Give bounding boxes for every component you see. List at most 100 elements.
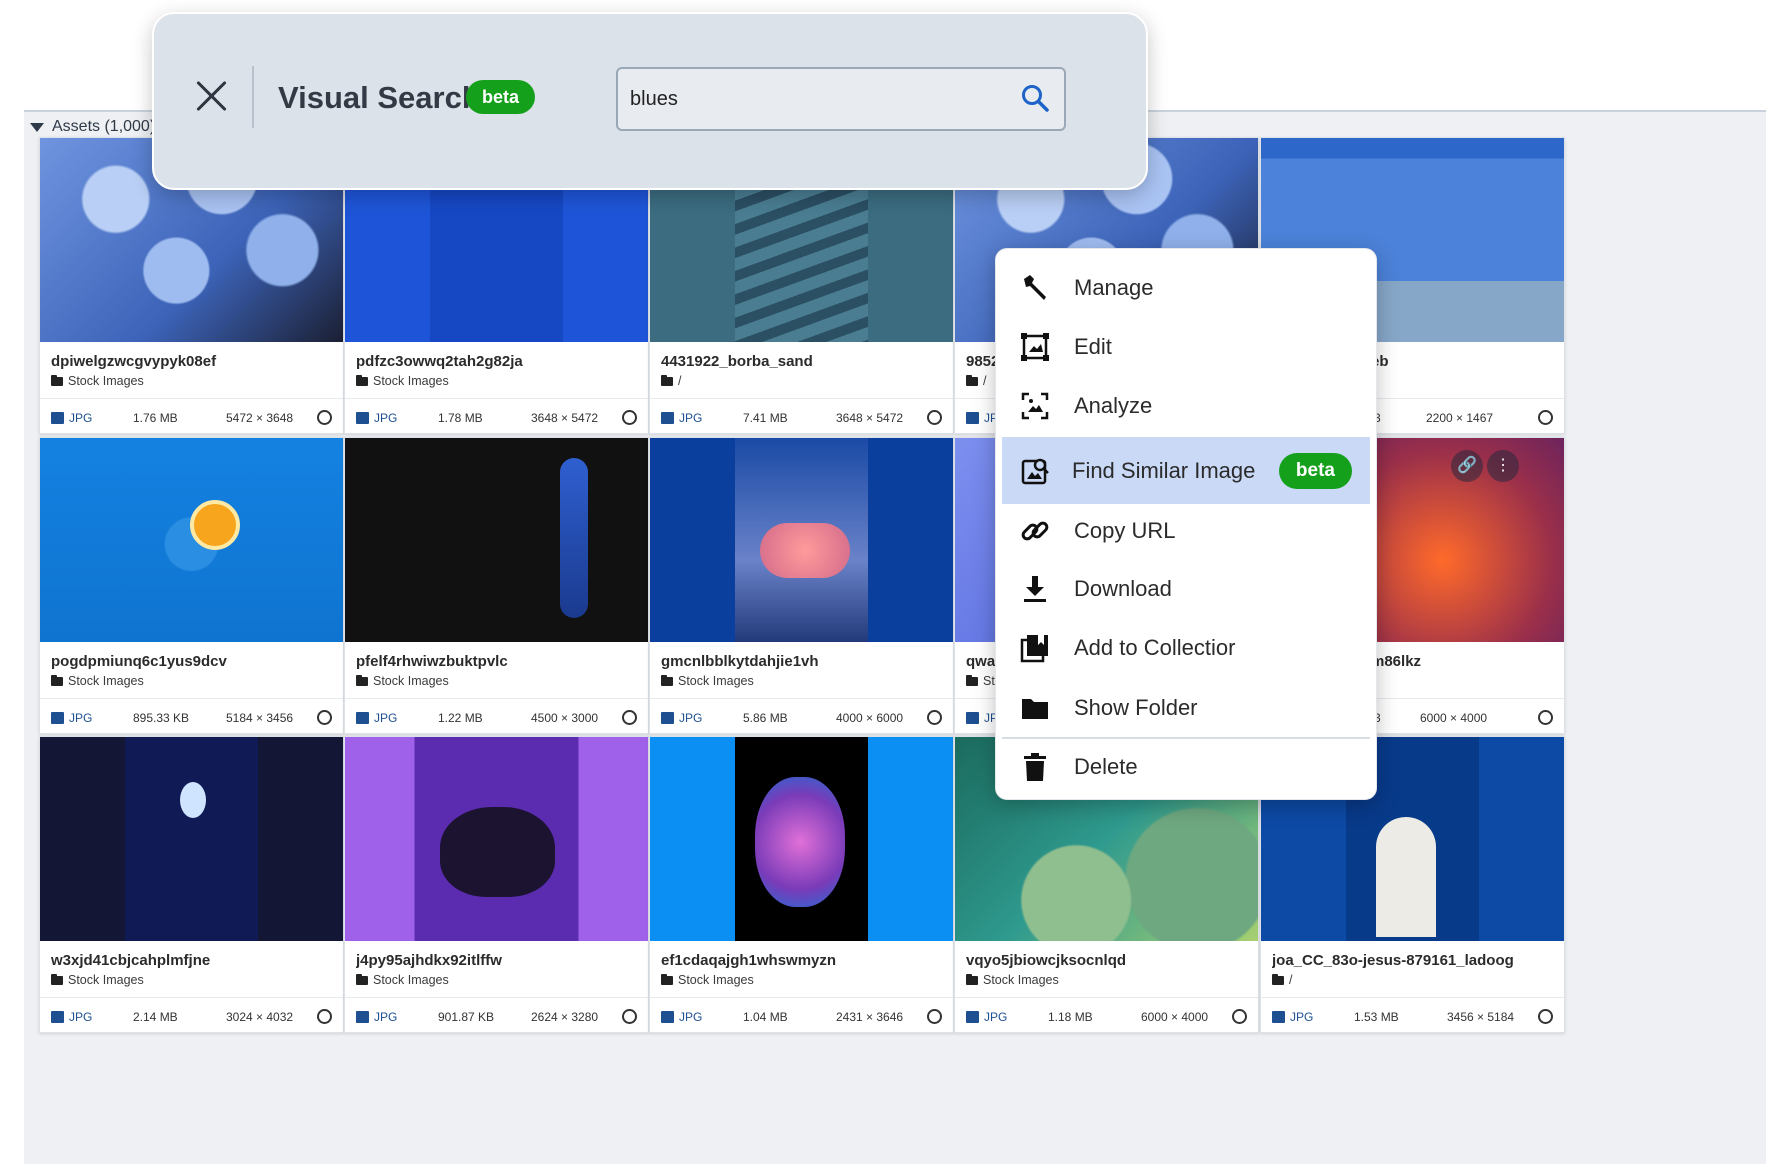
- file-type-label: JPG: [1290, 1010, 1314, 1024]
- image-icon: [661, 712, 674, 724]
- asset-folder[interactable]: Stock Images: [51, 973, 144, 987]
- asset-card[interactable]: pogdpmiunq6c1yus9dcv Stock Images JPG 89…: [39, 437, 344, 734]
- folder-icon: [661, 674, 673, 686]
- asset-name[interactable]: ef1cdaqajgh1whswmyzn: [661, 952, 946, 969]
- asset-thumbnail[interactable]: [40, 737, 343, 941]
- asset-folder[interactable]: Stock Images: [356, 374, 449, 388]
- file-size: 7.41 MB: [743, 411, 788, 425]
- image-icon: [356, 712, 369, 724]
- folder-label: /: [678, 374, 682, 388]
- file-type: JPG: [1272, 1010, 1313, 1024]
- menu-item-label: Download: [1074, 576, 1172, 601]
- collection-icon: [1020, 635, 1048, 663]
- asset-name[interactable]: vqyo5jbiowcjksocnlqd: [966, 952, 1251, 969]
- asset-name[interactable]: gmcnlbblkytdahjie1vh: [661, 653, 946, 670]
- globe-icon[interactable]: [927, 1009, 942, 1024]
- menu-item-delete[interactable]: Delete: [1002, 738, 1370, 796]
- menu-item-add-to-collection[interactable]: Add to Collectior: [1002, 619, 1370, 677]
- asset-thumbnail[interactable]: [345, 438, 648, 642]
- menu-item-download[interactable]: Download: [1002, 560, 1370, 618]
- image-icon: [661, 1011, 674, 1023]
- file-type-label: JPG: [69, 1010, 93, 1024]
- globe-icon[interactable]: [622, 410, 637, 425]
- asset-thumbnail[interactable]: [650, 737, 953, 941]
- asset-name[interactable]: dpiwelgzwcgvypyk08ef: [51, 353, 336, 370]
- image-icon: [966, 712, 979, 724]
- globe-icon[interactable]: [317, 1009, 332, 1024]
- asset-name[interactable]: w3xjd41cbjcahplmfjne: [51, 952, 336, 969]
- folder-icon: [1272, 973, 1284, 985]
- menu-item-manage[interactable]: Manage: [1002, 259, 1370, 317]
- image-icon: [51, 412, 64, 424]
- asset-name[interactable]: pfelf4rhwiwzbuktpvlc: [356, 653, 641, 670]
- asset-folder[interactable]: Stock Images: [356, 973, 449, 987]
- file-size: 1.53 MB: [1354, 1010, 1399, 1024]
- asset-card[interactable]: ef1cdaqajgh1whswmyzn Stock Images JPG 1.…: [649, 736, 954, 1033]
- menu-item-edit[interactable]: Edit: [1002, 318, 1370, 376]
- menu-item-label: Add to Collectior: [1074, 635, 1236, 660]
- asset-meta: JPG 895.33 KB 5184 × 3456: [40, 698, 343, 733]
- asset-name[interactable]: 4431922_borba_sand: [661, 353, 946, 370]
- asset-folder[interactable]: /: [966, 374, 986, 388]
- folder-label: Stock Images: [68, 674, 144, 688]
- menu-item-label: Edit: [1074, 334, 1112, 359]
- asset-folder[interactable]: /: [1272, 973, 1292, 987]
- collapse-triangle-icon[interactable]: [30, 122, 44, 132]
- asset-folder[interactable]: Stock Images: [51, 374, 144, 388]
- assets-header[interactable]: Assets (1,000): [30, 118, 155, 136]
- asset-folder[interactable]: Stock Images: [356, 674, 449, 688]
- asset-name[interactable]: m86lkz: [1371, 653, 1656, 670]
- link-icon: [1021, 521, 1049, 541]
- folder-label: /: [983, 374, 987, 388]
- image-dimensions: 5472 × 3648: [226, 411, 294, 425]
- asset-card[interactable]: j4py95ajhdkx92itlffw Stock Images JPG 90…: [344, 736, 649, 1033]
- image-icon: [661, 412, 674, 424]
- image-icon: [966, 412, 979, 424]
- asset-thumbnail[interactable]: [650, 438, 953, 642]
- asset-thumbnail[interactable]: [345, 737, 648, 941]
- asset-name[interactable]: eb: [1371, 353, 1656, 370]
- asset-folder[interactable]: Stock Images: [51, 674, 144, 688]
- image-dimensions: 2200 × 1467: [1426, 411, 1494, 425]
- close-icon[interactable]: [192, 76, 232, 116]
- globe-icon[interactable]: [1538, 410, 1553, 425]
- asset-folder[interactable]: Stock Images: [661, 674, 754, 688]
- file-size: 901.87 KB: [438, 1010, 495, 1024]
- asset-folder[interactable]: /: [661, 374, 681, 388]
- asset-card[interactable]: pfelf4rhwiwzbuktpvlc Stock Images JPG 1.…: [344, 437, 649, 734]
- globe-icon[interactable]: [1538, 1009, 1553, 1024]
- asset-card[interactable]: w3xjd41cbjcahplmfjne Stock Images JPG 2.…: [39, 736, 344, 1033]
- file-type: JPG: [661, 711, 702, 725]
- globe-icon[interactable]: [317, 710, 332, 725]
- globe-icon[interactable]: [622, 1009, 637, 1024]
- menu-item-copy-url[interactable]: Copy URL: [1002, 502, 1370, 560]
- search-input[interactable]: [628, 79, 1012, 119]
- image-dimensions: 6000 × 4000: [1420, 711, 1488, 725]
- file-type: JPG: [356, 1010, 397, 1024]
- asset-name[interactable]: pdfzc3owwq2tah2g82ja: [356, 353, 641, 370]
- menu-item-analyze[interactable]: Analyze: [1002, 377, 1370, 435]
- search-box[interactable]: [616, 67, 1066, 131]
- menu-item-find-similar-image[interactable]: Find Similar Image beta: [1002, 437, 1370, 504]
- menu-item-show-folder[interactable]: Show Folder: [1002, 679, 1370, 737]
- asset-name[interactable]: pogdpmiunq6c1yus9dcv: [51, 653, 336, 670]
- globe-icon[interactable]: [317, 410, 332, 425]
- globe-icon[interactable]: [1538, 710, 1553, 725]
- asset-name[interactable]: j4py95ajhdkx92itlffw: [356, 952, 641, 969]
- asset-card[interactable]: gmcnlbblkytdahjie1vh Stock Images JPG 5.…: [649, 437, 954, 734]
- asset-thumbnail[interactable]: [40, 438, 343, 642]
- search-icon[interactable]: [1020, 83, 1050, 113]
- more-options-icon[interactable]: ⋮: [1487, 450, 1519, 482]
- asset-name[interactable]: joa_CC_83o-jesus-879161_ladoog: [1272, 952, 1557, 969]
- file-type-label: JPG: [69, 711, 93, 725]
- file-size: 1.22 MB: [438, 711, 483, 725]
- visual-search-panel: Visual Search beta: [152, 12, 1148, 190]
- globe-icon[interactable]: [927, 410, 942, 425]
- asset-folder[interactable]: Stock Images: [661, 973, 754, 987]
- link-icon[interactable]: 🔗: [1451, 450, 1483, 482]
- folder-label: Stock Images: [678, 973, 754, 987]
- globe-icon[interactable]: [622, 710, 637, 725]
- asset-folder[interactable]: Stock Images: [966, 973, 1059, 987]
- globe-icon[interactable]: [1232, 1009, 1247, 1024]
- globe-icon[interactable]: [927, 710, 942, 725]
